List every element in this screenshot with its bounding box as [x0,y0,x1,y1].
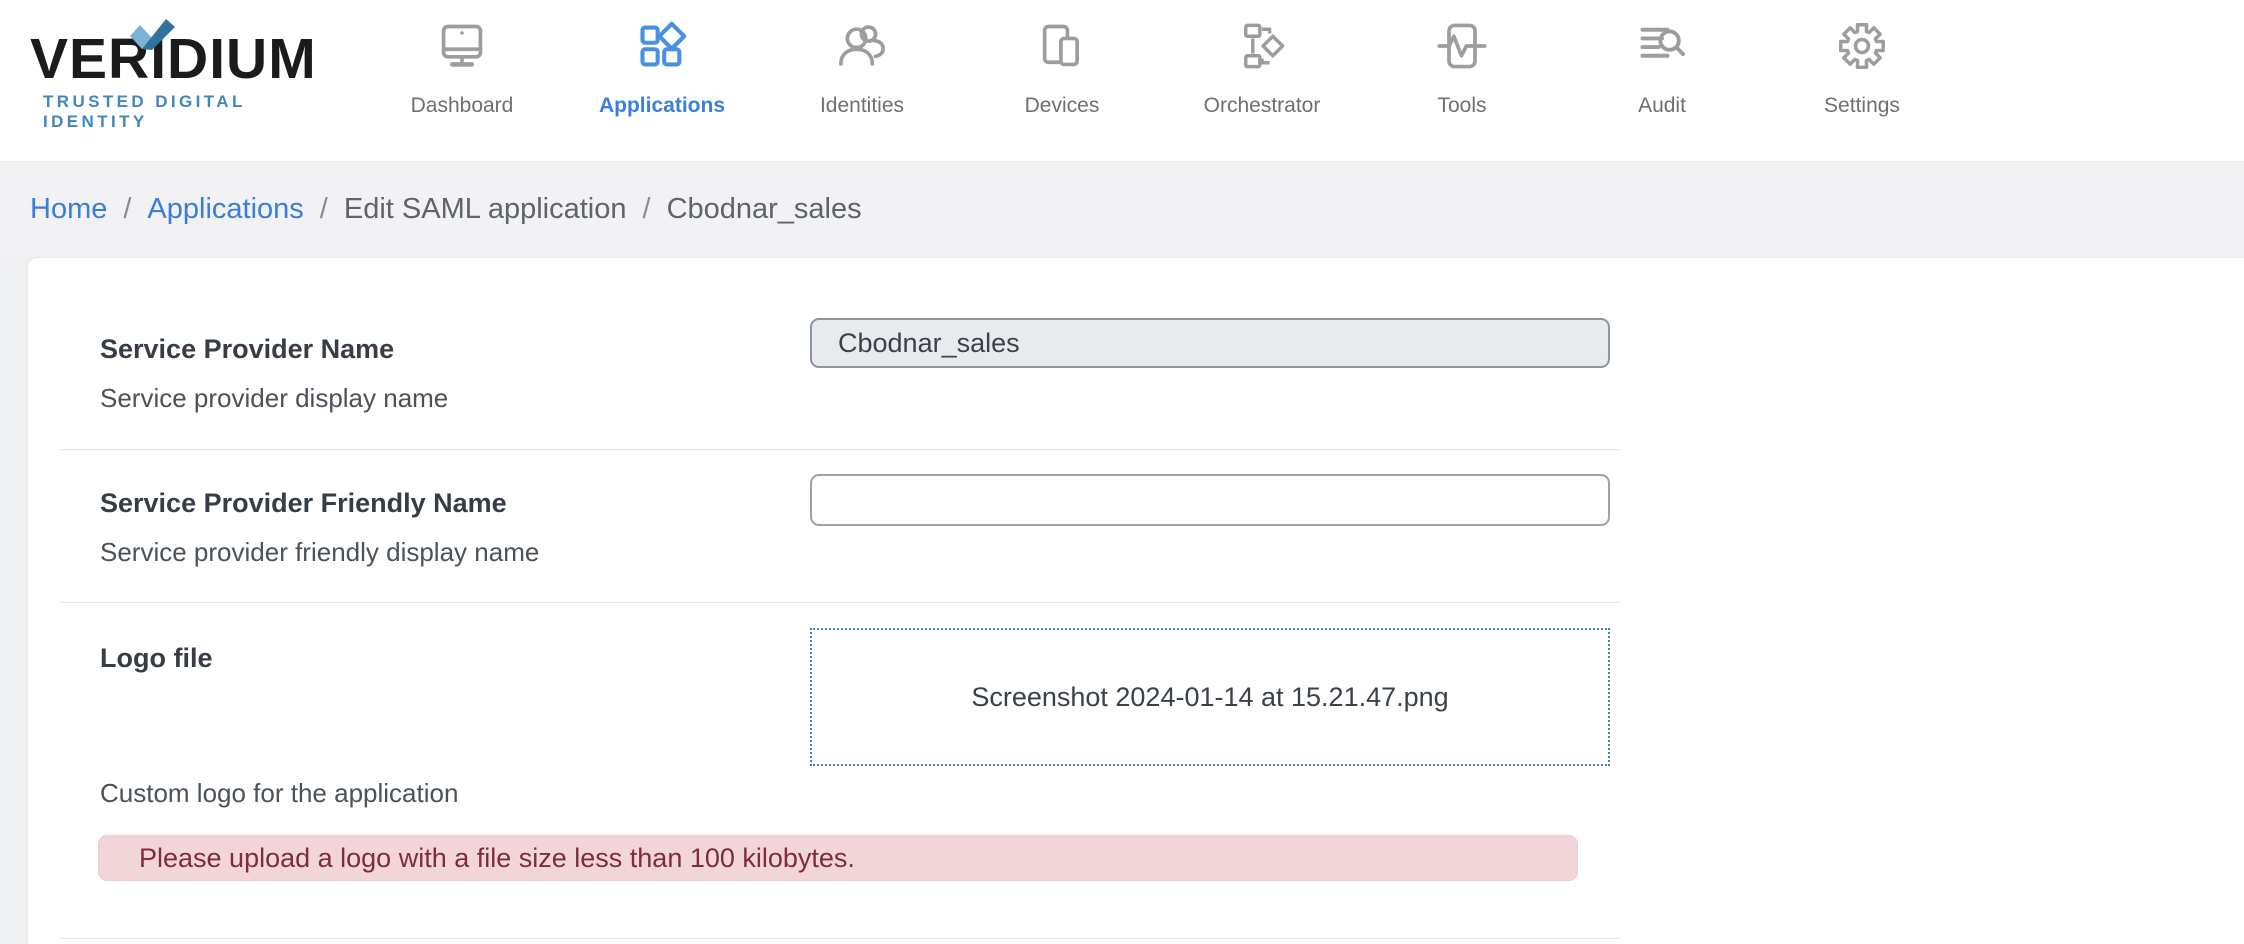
nav-item-orchestrator[interactable]: Orchestrator [1162,0,1362,161]
brand-name: VERIDIUM [30,29,330,89]
nav-label: Orchestrator [1204,94,1321,118]
nav-item-tools[interactable]: Tools [1362,0,1562,161]
nav-item-applications[interactable]: Applications [562,0,762,161]
service-provider-name-row: Service Provider Name Service provider d… [28,258,2244,449]
breadcrumb-separator: / [643,193,651,226]
users-icon [836,20,888,72]
breadcrumb: Home / Applications / Edit SAML applicat… [0,162,2244,258]
devices-icon [1036,20,1088,72]
breadcrumb-app-name: Cbodnar_sales [667,193,862,226]
breadcrumb-separator: / [320,193,328,226]
service-provider-friendly-name-help: Service provider friendly display name [100,535,2244,569]
uploaded-file-name: Screenshot 2024-01-14 at 15.21.47.png [971,682,1448,713]
nav-label: Dashboard [411,94,514,118]
logo-file-row: Logo file Screenshot 2024-01-14 at 15.21… [28,603,2244,938]
main-nav: Dashboard Applications Identities [362,0,1962,161]
service-provider-name-input[interactable] [810,318,1610,368]
log-search-icon [1636,20,1688,72]
nav-label: Audit [1638,94,1686,118]
app-grid-icon [636,20,688,72]
service-provider-name-help: Service provider display name [100,381,2244,415]
nav-item-settings[interactable]: Settings [1762,0,1962,161]
nav-item-identities[interactable]: Identities [762,0,962,161]
nav-label: Devices [1025,94,1100,118]
breadcrumb-edit-saml-application: Edit SAML application [344,193,627,226]
nav-item-dashboard[interactable]: Dashboard [362,0,562,161]
gear-icon [1836,20,1888,72]
brand-tagline: TRUSTED DIGITAL IDENTITY [43,92,330,132]
brand-checkmark-icon [128,12,176,54]
brand-logo[interactable]: VERIDIUM TRUSTED DIGITAL IDENTITY [30,0,330,161]
top-navbar: VERIDIUM TRUSTED DIGITAL IDENTITY Dashbo… [0,0,2244,162]
logo-file-label: Logo file [100,641,212,675]
edit-saml-form-card: Service Provider Name Service provider d… [28,258,2244,944]
breadcrumb-separator: / [123,193,131,226]
flowchart-icon [1236,20,1288,72]
nav-label: Identities [820,94,904,118]
logo-file-help: Custom logo for the application [100,776,458,810]
nav-label: Settings [1824,94,1900,118]
nav-label: Tools [1437,94,1486,118]
logo-size-error-alert: Please upload a logo with a file size le… [98,835,1578,881]
monitor-icon [436,20,488,72]
nav-item-audit[interactable]: Audit [1562,0,1762,161]
nav-label: Applications [599,94,725,118]
service-provider-friendly-name-input[interactable] [810,474,1610,526]
breadcrumb-applications[interactable]: Applications [147,193,303,226]
nav-item-devices[interactable]: Devices [962,0,1162,161]
logo-file-dropzone[interactable]: Screenshot 2024-01-14 at 15.21.47.png [810,628,1610,766]
pulse-icon [1436,20,1488,72]
page-content: Service Provider Name Service provider d… [0,258,2244,944]
breadcrumb-home[interactable]: Home [30,193,107,226]
service-provider-friendly-name-row: Service Provider Friendly Name Service p… [28,450,2244,602]
divider [60,938,1620,939]
